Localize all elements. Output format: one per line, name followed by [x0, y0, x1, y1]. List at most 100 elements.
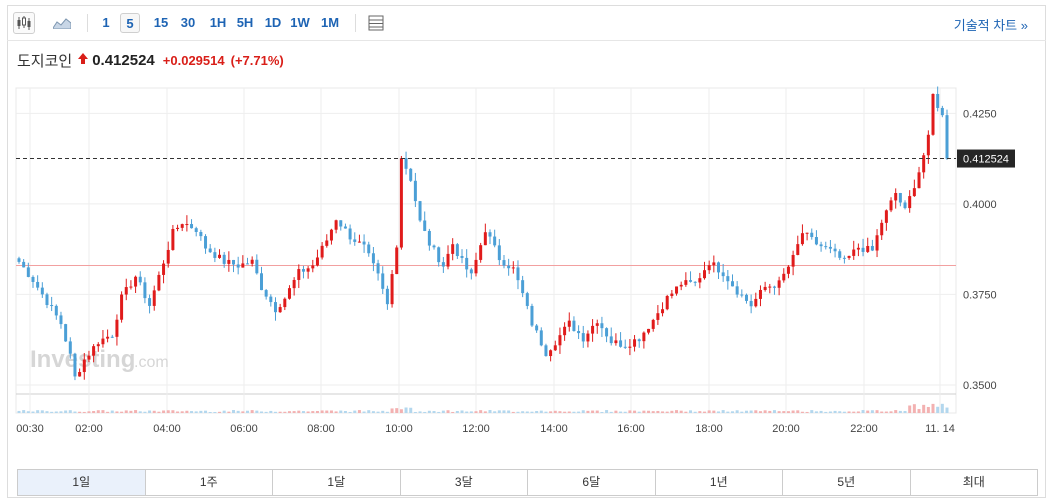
candle-body: [54, 305, 58, 316]
price-chart[interactable]: Investing.com 0.4250 0.4000 0.3750 0.3500 00…: [0, 0, 1054, 440]
candle-body: [101, 338, 105, 345]
candle-body: [446, 253, 450, 267]
volume-bar: [311, 411, 315, 413]
volume-bar: [558, 411, 562, 413]
candle-body: [749, 300, 753, 307]
x-tick-label: 20:00: [772, 423, 800, 435]
x-tick-label: 14:00: [540, 423, 568, 435]
volume-bar: [68, 410, 72, 413]
candle-body: [703, 270, 707, 279]
volume-bar: [395, 408, 399, 413]
candle-body: [740, 294, 744, 296]
candle-body: [82, 359, 86, 373]
volume-bar: [218, 411, 222, 413]
candle-body: [460, 256, 464, 258]
candle-body: [497, 245, 501, 261]
y-tick-label: 0.3750: [963, 289, 997, 301]
range-button-3[interactable]: 1달: [273, 470, 401, 495]
candle-body: [390, 274, 394, 305]
volume-bar: [516, 411, 520, 413]
volume-bar: [945, 407, 949, 413]
volume-bar: [609, 411, 613, 413]
volume-bar: [572, 411, 576, 413]
candle-body: [208, 248, 212, 253]
candle-body: [241, 263, 245, 268]
candle-body: [96, 344, 100, 347]
volume-bar: [31, 411, 35, 413]
volume-bar: [166, 410, 170, 413]
candle-body: [558, 335, 562, 346]
candle-body: [110, 336, 114, 338]
candle-body: [45, 294, 49, 306]
volume-bar: [730, 411, 734, 413]
x-tick-label: 02:00: [75, 423, 103, 435]
volume-bar: [716, 411, 720, 413]
candle-body: [735, 286, 739, 295]
volume-bar: [255, 410, 259, 413]
volume-bar: [740, 411, 744, 413]
current-price-marker: 0.412524: [16, 149, 1015, 168]
candle-body: [642, 332, 646, 342]
candle-body: [250, 259, 254, 264]
candle-body: [362, 241, 366, 245]
candle-body: [507, 265, 511, 269]
volume-bar: [577, 411, 581, 413]
range-button-5[interactable]: 6달: [528, 470, 656, 495]
range-button-1[interactable]: 1일: [18, 470, 146, 495]
watermark-brand: Investing: [30, 346, 135, 373]
volume-bar: [936, 406, 940, 413]
volume-bar: [399, 409, 403, 413]
volume-bar: [493, 411, 497, 413]
volume-bar: [875, 410, 879, 413]
volume-bar: [763, 410, 767, 413]
volume-bar: [36, 410, 40, 413]
range-button-8[interactable]: 최대: [911, 470, 1038, 495]
volume-bar: [563, 411, 567, 413]
candle-body: [418, 201, 422, 221]
volume-bar: [670, 410, 674, 413]
candle-body: [329, 229, 333, 241]
volume-bar: [754, 410, 758, 413]
candle-body: [861, 247, 865, 252]
candle-body: [880, 222, 884, 236]
candle-body: [31, 276, 35, 282]
candle-body: [567, 320, 571, 327]
candle-body: [768, 286, 772, 288]
candle-body: [334, 220, 338, 230]
candle-body: [852, 249, 856, 256]
x-tick-label: 10:00: [385, 423, 413, 435]
volume-bar: [866, 410, 870, 413]
volume-bar: [423, 411, 427, 413]
volume-bar: [376, 411, 380, 413]
range-button-6[interactable]: 1년: [656, 470, 783, 495]
volume-bar: [269, 410, 273, 413]
candle-body: [441, 262, 445, 267]
volume-bar: [703, 411, 707, 413]
volume-bar: [511, 411, 515, 413]
range-button-4[interactable]: 3달: [401, 470, 528, 495]
volume-bar: [82, 411, 86, 413]
candle-body: [800, 233, 804, 245]
candle-body: [716, 262, 720, 273]
candle-body: [884, 210, 888, 223]
candle-body: [479, 245, 483, 260]
volume-bar: [152, 410, 156, 413]
volume-bar: [525, 411, 529, 413]
candle-body: [376, 263, 380, 274]
range-button-7[interactable]: 5년: [783, 470, 911, 495]
range-button-2[interactable]: 1주: [146, 470, 273, 495]
candle-body: [399, 158, 403, 248]
volume-bar: [791, 410, 795, 413]
volume-bar: [567, 411, 571, 413]
candle-body: [870, 245, 874, 251]
candle-body: [577, 331, 581, 334]
candle-body: [367, 244, 371, 254]
volume-bar: [325, 410, 329, 413]
volume-bar: [647, 410, 651, 413]
volume-bar: [721, 410, 725, 413]
volume-bar: [870, 410, 874, 413]
candles: [17, 86, 949, 381]
volume-bar: [544, 411, 548, 413]
candle-body: [619, 340, 623, 347]
volume-bar: [665, 411, 669, 413]
